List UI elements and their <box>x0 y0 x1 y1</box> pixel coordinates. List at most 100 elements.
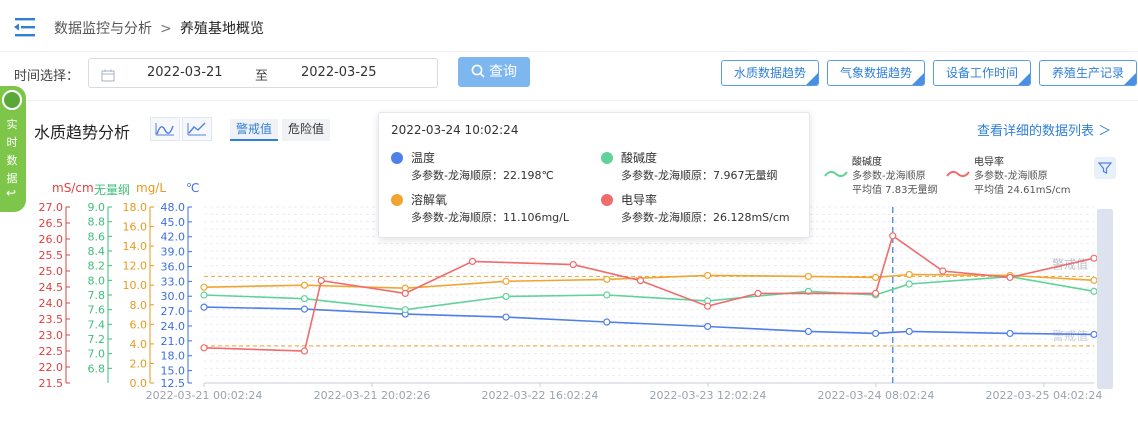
start-date-input[interactable]: 2022-03-21 <box>147 65 223 80</box>
view-data-list-link[interactable]: 查看详细的数据列表 ＞ <box>977 120 1111 139</box>
y-tick-label-oxygen: 4.0 <box>130 338 148 351</box>
nav-equipment-time[interactable]: 设备工作时间 <box>933 60 1031 86</box>
series-point-temperature <box>502 313 510 321</box>
corner-edit-icon <box>912 73 924 85</box>
time-select-label: 时间选择： <box>14 69 80 84</box>
realtime-tab-label: 实时数据 <box>6 118 18 185</box>
y-tick-label-oxygen: 18.0 <box>123 201 148 214</box>
y-tick-label-oxygen: 12.0 <box>123 260 148 273</box>
series-point-oxygen <box>804 272 813 281</box>
date-range-picker[interactable]: 2022-03-21 至 2022-03-25 <box>88 58 438 88</box>
legend-ph[interactable]: 酸碱度 多参数-龙海顺原 平均值 7.83无量纲 <box>824 153 944 197</box>
line-chart-icon[interactable] <box>150 117 180 141</box>
corner-edit-icon <box>1124 73 1136 85</box>
end-date-input[interactable]: 2022-03-25 <box>301 65 377 80</box>
tooltip-value: 多参数-龙海顺原：22.198℃ <box>411 169 554 182</box>
series-point-temperature <box>905 327 913 336</box>
y-tick-label-oxygen: 6.0 <box>130 318 148 331</box>
y-tick-label-oxygen: 0.0 <box>130 377 148 390</box>
x-tick-label: 2022-03-24 08:02:24 <box>818 389 935 402</box>
y-tick-label-temperature: 30.0 <box>161 290 186 303</box>
y-tick-label-ph: 9.0 <box>88 201 106 214</box>
y-tick-label-conductivity: 24.0 <box>39 297 64 310</box>
y-tick-label-oxygen: 8.0 <box>130 299 148 312</box>
legend-ph-swatch <box>824 170 848 178</box>
query-button[interactable]: 查询 <box>458 57 530 87</box>
y-tick-label-ph: 8.0 <box>88 274 106 287</box>
y-tick-label-conductivity: 26.5 <box>39 217 64 230</box>
danger-value-toggle[interactable]: 危险值 <box>282 119 331 141</box>
series-line-conductivity <box>203 234 1095 352</box>
return-arrow-icon: ↩ <box>6 186 17 200</box>
y-tick-label-ph: 7.0 <box>88 348 106 361</box>
series-point-conductivity <box>889 232 897 240</box>
menu-collapse-icon[interactable] <box>12 16 38 38</box>
y-tick-label-temperature: 36.0 <box>161 260 186 273</box>
tooltip-time: 2022-03-24 10:02:24 <box>391 123 519 137</box>
series-point-oxygen <box>603 275 611 283</box>
axis-unit-conductivity: mS/cm <box>52 181 94 195</box>
nav-water-quality-trend[interactable]: 水质数据趋势 <box>721 60 819 86</box>
series-point-conductivity <box>872 289 880 298</box>
y-tick-label-conductivity: 21.5 <box>39 377 64 390</box>
y-tick-label-conductivity: 26.0 <box>39 233 64 246</box>
legend-conductivity-name: 电导率 <box>974 157 1004 168</box>
warn-value-toggle[interactable]: 警戒值 <box>230 119 279 141</box>
tooltip-value: 多参数-龙海顺原：7.967无量纲 <box>621 169 778 182</box>
y-tick-label-conductivity: 22.5 <box>39 345 64 358</box>
nav-production-label: 养殖生产记录 <box>1051 66 1124 80</box>
x-tick-label: 2022-03-22 16:02:24 <box>482 389 599 402</box>
y-tick-label-oxygen: 14.0 <box>123 240 148 253</box>
y-tick-label-ph: 8.2 <box>88 260 106 273</box>
nav-weather-label: 气象数据趋势 <box>839 66 912 80</box>
y-tick-label-temperature: 39.0 <box>161 246 186 259</box>
breadcrumb-level1[interactable]: 数据监控与分析 <box>54 20 152 38</box>
x-tick-label: 2022-03-21 20:02:26 <box>314 389 431 402</box>
y-tick-label-temperature: 24.0 <box>161 320 186 333</box>
series-point-ph <box>502 292 510 301</box>
zoom-slider[interactable] <box>1097 209 1113 389</box>
chart-tooltip: 2022-03-24 10:02:24 温度 多参数-龙海顺原：22.198℃ … <box>378 112 810 238</box>
series-line-ph <box>203 275 1095 311</box>
y-tick-label-conductivity: 22.0 <box>39 361 64 374</box>
tooltip-dot-icon <box>391 152 403 164</box>
series-point-conductivity <box>317 276 325 285</box>
axis-unit-temperature: ℃ <box>186 181 200 195</box>
filter-icon[interactable] <box>1094 157 1116 179</box>
danger-threshold-label: 警戒值 <box>1052 328 1088 343</box>
series-point-ph <box>200 291 208 299</box>
series-point-temperature <box>1006 329 1014 338</box>
panel-title: 水质趋势分析 <box>34 123 131 142</box>
series-point-temperature <box>200 303 208 311</box>
series-point-conductivity <box>754 289 762 298</box>
tooltip-dot-icon <box>601 152 613 164</box>
tooltip-name: 电导率 <box>621 193 658 207</box>
legend-conductivity[interactable]: 电导率 多参数-龙海顺原 平均值 24.61mS/cm <box>946 153 1076 197</box>
tooltip-value: 多参数-龙海顺原：11.106mg/L <box>411 211 569 224</box>
series-point-conductivity <box>1006 273 1014 282</box>
realtime-data-tab[interactable]: 实时数据 ↩ <box>0 86 26 212</box>
trend-chart-icon[interactable] <box>182 117 212 141</box>
tooltip-name: 溶解氧 <box>411 193 448 207</box>
nav-water-quality-label: 水质数据趋势 <box>733 66 806 80</box>
filter-bar: 时间选择： 2022-03-21 至 2022-03-25 查询 水质数据趋势 … <box>0 52 1138 98</box>
series-point-temperature <box>704 322 712 331</box>
tooltip-name: 温度 <box>411 151 436 165</box>
y-tick-label-temperature: 48.0 <box>161 201 186 214</box>
calendar-icon <box>101 67 115 86</box>
axis-unit-oxygen: mg/L <box>136 181 167 195</box>
tooltip-dot-icon <box>391 194 403 206</box>
legend-conductivity-source: 多参数-龙海顺原 <box>974 171 1048 182</box>
nav-equipment-label: 设备工作时间 <box>945 66 1018 80</box>
x-tick-label: 2022-03-23 12:02:24 <box>650 389 767 402</box>
series-line-temperature <box>203 306 1095 336</box>
y-tick-label-conductivity: 25.5 <box>39 249 64 262</box>
y-tick-label-ph: 8.6 <box>88 230 106 243</box>
y-tick-label-temperature: 42.0 <box>161 231 186 244</box>
y-tick-label-oxygen: 2.0 <box>130 357 148 370</box>
nav-weather-trend[interactable]: 气象数据趋势 <box>827 60 925 86</box>
legend-conductivity-average: 平均值 24.61mS/cm <box>974 185 1071 196</box>
series-point-temperature <box>603 318 611 326</box>
tooltip-value: 多参数-龙海顺原：26.128mS/cm <box>621 211 790 224</box>
nav-production-records[interactable]: 养殖生产记录 <box>1039 60 1137 86</box>
